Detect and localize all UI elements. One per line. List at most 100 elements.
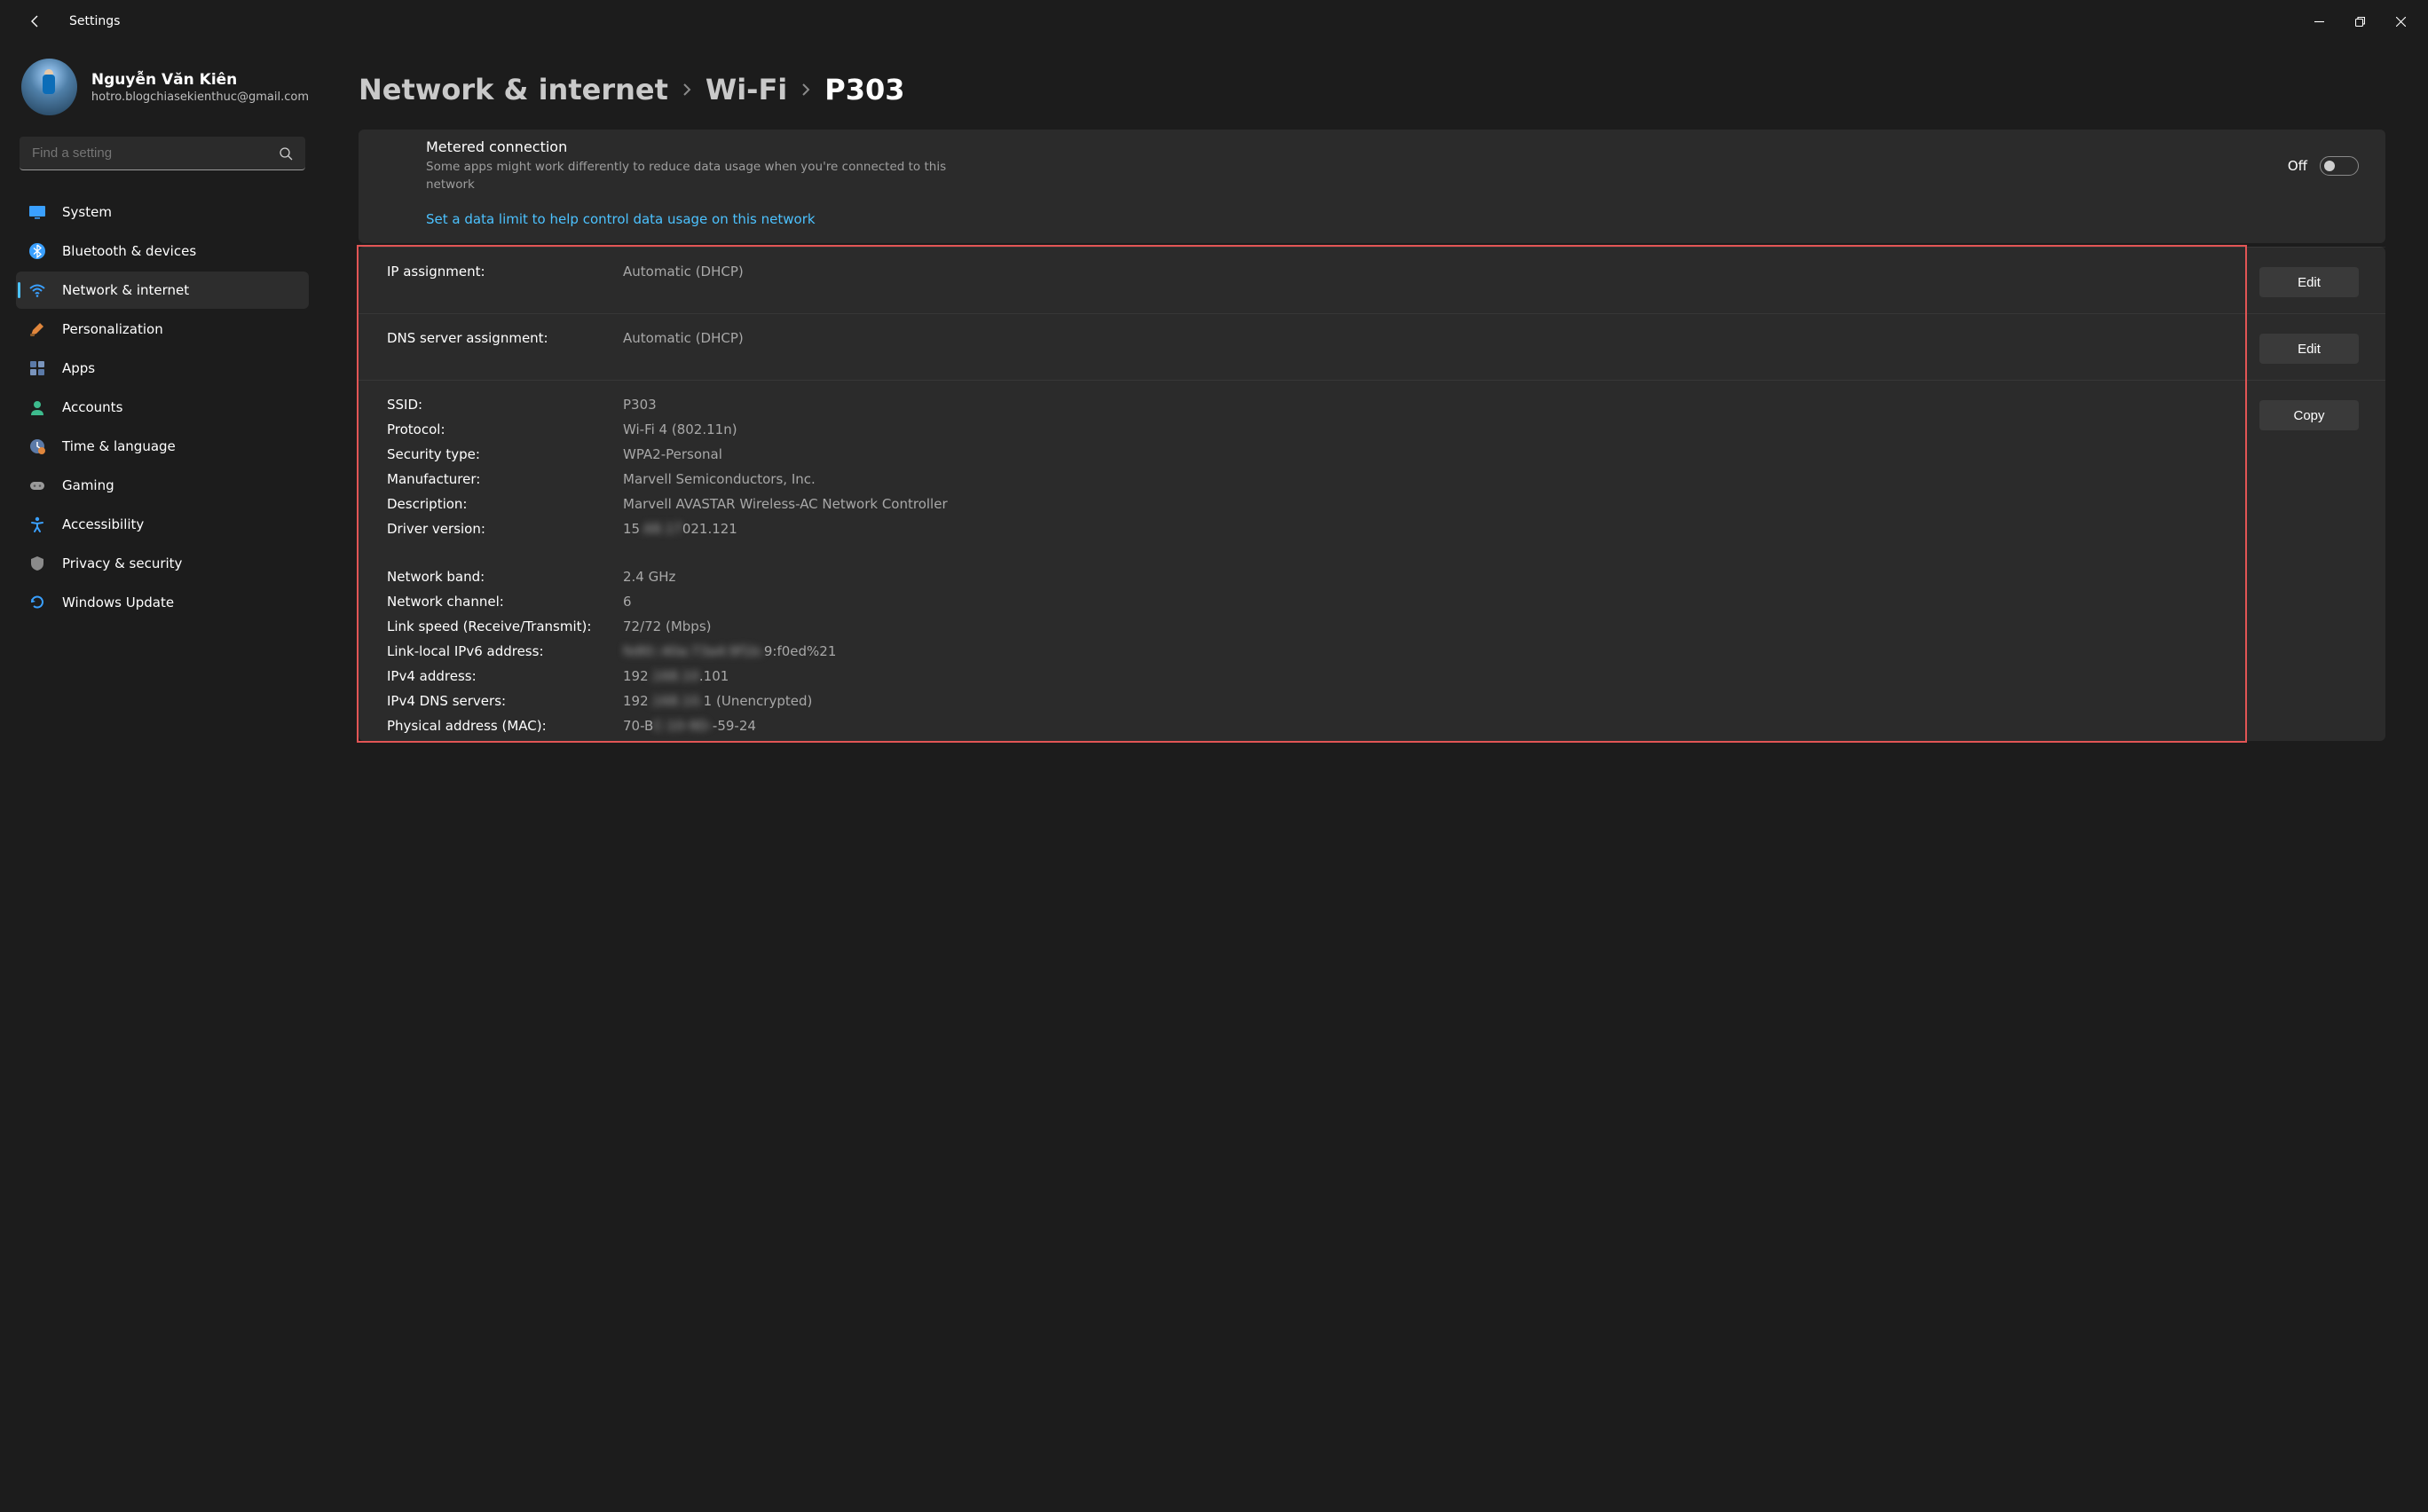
sidebar-item-label: Windows Update: [62, 595, 174, 610]
network-properties: IP assignment: Automatic (DHCP) Edit DNS…: [359, 247, 2385, 741]
search-input[interactable]: [20, 137, 305, 170]
back-button[interactable]: [18, 4, 53, 39]
maximize-icon: [2355, 17, 2365, 27]
prop-band-value: 2.4 GHz: [623, 569, 2242, 585]
bluetooth-icon: [28, 242, 46, 260]
sidebar-item-label: Personalization: [62, 321, 163, 337]
prop-ipv6ll-value: fe80::40a:73a4:9f1b:9:f0ed%21: [623, 643, 2242, 659]
ip-assignment-label: IP assignment:: [387, 264, 614, 297]
ip-assignment-value: Automatic (DHCP): [623, 264, 2242, 297]
minimize-button[interactable]: [2298, 7, 2339, 35]
sidebar-item-apps[interactable]: Apps: [16, 350, 309, 387]
prop-ipv4-value: 192.168.10.101: [623, 668, 2242, 684]
minimize-icon: [2314, 17, 2324, 27]
prop-protocol-value: Wi-Fi 4 (802.11n): [623, 421, 2242, 437]
dns-assignment-label: DNS server assignment:: [387, 330, 614, 364]
sidebar-item-label: Network & internet: [62, 282, 189, 298]
dns-assignment-row: DNS server assignment: Automatic (DHCP) …: [359, 313, 2385, 380]
sidebar-item-label: Privacy & security: [62, 555, 182, 571]
sidebar-item-personalization[interactable]: Personalization: [16, 311, 309, 348]
titlebar: Settings: [0, 0, 2428, 43]
prop-security-value: WPA2-Personal: [623, 446, 2242, 462]
window-controls: [2298, 7, 2421, 35]
close-button[interactable]: [2380, 7, 2421, 35]
search-icon: [279, 146, 293, 161]
prop-ipv4-label: IPv4 address:: [387, 668, 614, 684]
user-email: hotro.blogchiasekienthuc@gmail.com: [91, 91, 309, 104]
metered-connection-card: Metered connection Some apps might work …: [359, 130, 2385, 206]
breadcrumb-root[interactable]: Network & internet: [359, 73, 668, 106]
sidebar-item-time[interactable]: Time & language: [16, 428, 309, 465]
metered-toggle[interactable]: [2320, 156, 2359, 176]
edit-ip-button[interactable]: Edit: [2259, 267, 2359, 297]
sidebar-item-label: Accessibility: [62, 516, 144, 532]
prop-description-label: Description:: [387, 496, 614, 512]
data-limit-row: Set a data limit to help control data us…: [359, 202, 2385, 243]
prop-dns4-label: IPv4 DNS servers:: [387, 693, 614, 709]
sidebar-item-label: System: [62, 204, 112, 220]
sidebar-item-label: Gaming: [62, 477, 114, 493]
clock-icon: [28, 437, 46, 455]
sidebar-item-label: Apps: [62, 360, 95, 376]
prop-dns4-value: 192.168.10.1 (Unencrypted): [623, 693, 2242, 709]
sidebar-item-privacy[interactable]: Privacy & security: [16, 545, 309, 582]
breadcrumb-mid[interactable]: Wi-Fi: [706, 73, 787, 106]
prop-channel-label: Network channel:: [387, 594, 614, 610]
prop-ssid-value: P303: [623, 397, 2242, 413]
sidebar-item-accessibility[interactable]: Accessibility: [16, 506, 309, 543]
copy-button[interactable]: Copy: [2259, 400, 2359, 430]
person-icon: [28, 398, 46, 416]
sidebar-item-label: Time & language: [62, 438, 176, 454]
breadcrumb-leaf: P303: [824, 73, 904, 106]
prop-link-value: 72/72 (Mbps): [623, 618, 2242, 634]
gamepad-icon: [28, 476, 46, 494]
prop-mac-label: Physical address (MAC):: [387, 718, 614, 734]
nav: System Bluetooth & devices Network & int…: [16, 193, 309, 621]
dns-assignment-value: Automatic (DHCP): [623, 330, 2242, 364]
close-icon: [2396, 17, 2406, 27]
prop-ssid-label: SSID:: [387, 397, 614, 413]
arrow-left-icon: [28, 14, 43, 28]
metered-subtitle: Some apps might work differently to redu…: [426, 159, 976, 193]
breadcrumb: Network & internet Wi-Fi P303: [359, 73, 2385, 106]
avatar: [21, 59, 77, 115]
prop-mac-value: 70-BC-10-9D--59-24: [623, 718, 2242, 734]
prop-manufacturer-label: Manufacturer:: [387, 471, 614, 487]
prop-manufacturer-value: Marvell Semiconductors, Inc.: [623, 471, 2242, 487]
properties-row: SSID: P303 Protocol: Wi-Fi 4 (802.11n) S…: [359, 380, 2385, 741]
prop-link-label: Link speed (Receive/Transmit):: [387, 618, 614, 634]
wifi-icon: [28, 281, 46, 299]
ip-assignment-row: IP assignment: Automatic (DHCP) Edit: [359, 247, 2385, 313]
prop-ipv6ll-label: Link-local IPv6 address:: [387, 643, 614, 659]
data-limit-link[interactable]: Set a data limit to help control data us…: [426, 211, 816, 227]
prop-band-label: Network band:: [387, 569, 614, 585]
sidebar-item-bluetooth[interactable]: Bluetooth & devices: [16, 232, 309, 270]
apps-icon: [28, 359, 46, 377]
sidebar-item-network[interactable]: Network & internet: [16, 272, 309, 309]
prop-channel-value: 6: [623, 594, 2242, 610]
main: Network & internet Wi-Fi P303 Metered co…: [319, 43, 2428, 1512]
edit-dns-button[interactable]: Edit: [2259, 334, 2359, 364]
window-title: Settings: [69, 14, 120, 28]
prop-protocol-label: Protocol:: [387, 421, 614, 437]
accessibility-icon: [28, 516, 46, 533]
brush-icon: [28, 320, 46, 338]
update-icon: [28, 594, 46, 611]
prop-driver-label: Driver version:: [387, 521, 614, 537]
sidebar-item-gaming[interactable]: Gaming: [16, 467, 309, 504]
chevron-right-icon: [800, 82, 812, 98]
maximize-button[interactable]: [2339, 7, 2380, 35]
user-name: Nguyễn Văn Kiên: [91, 71, 309, 89]
shield-icon: [28, 555, 46, 572]
chevron-right-icon: [681, 82, 693, 98]
sidebar-item-update[interactable]: Windows Update: [16, 584, 309, 621]
monitor-icon: [28, 203, 46, 221]
sidebar: Nguyễn Văn Kiên hotro.blogchiasekienthuc…: [0, 43, 319, 1512]
prop-security-label: Security type:: [387, 446, 614, 462]
metered-title: Metered connection: [426, 138, 2270, 155]
sidebar-item-accounts[interactable]: Accounts: [16, 389, 309, 426]
user-block[interactable]: Nguyễn Văn Kiên hotro.blogchiasekienthuc…: [16, 59, 309, 115]
prop-description-value: Marvell AVASTAR Wireless-AC Network Cont…: [623, 496, 2242, 512]
sidebar-item-label: Bluetooth & devices: [62, 243, 196, 259]
sidebar-item-system[interactable]: System: [16, 193, 309, 231]
